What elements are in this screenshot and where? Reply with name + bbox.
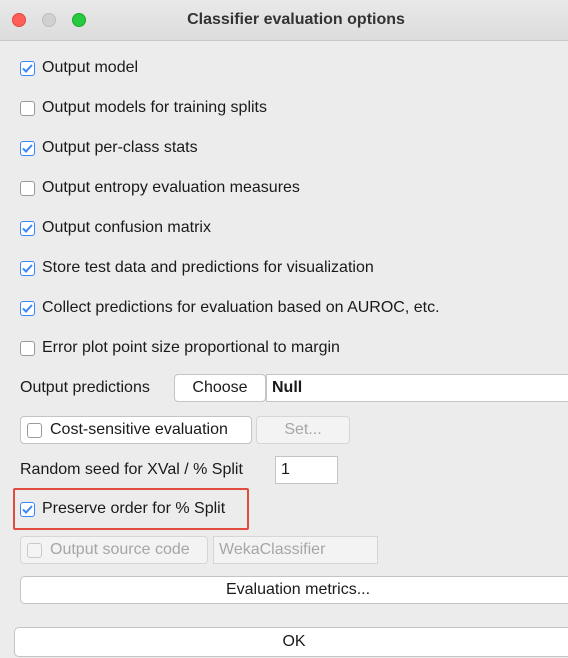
ok-button[interactable]: OK [14,627,568,657]
checkbox-label: Error plot point size proportional to ma… [42,339,340,356]
cost-sensitive-toggle[interactable]: Cost-sensitive evaluation [20,416,252,444]
source-class-field[interactable]: WekaClassifier [213,536,378,564]
checkbox-row-preserve-order[interactable]: Preserve order for % Split [20,498,225,520]
checkbox-label: Output model [42,59,139,76]
checkbox-icon[interactable] [20,140,35,156]
output-predictions-label: Output predictions [20,379,150,396]
checkbox-label: Output per-class stats [42,139,198,156]
checkbox-label: Output models for training splits [42,99,267,116]
output-source-toggle[interactable]: Output source code [20,536,208,564]
evaluation-metrics-button[interactable]: Evaluation metrics... [20,576,568,604]
title-bar: Classifier evaluation options [0,0,568,41]
checkbox-icon[interactable] [20,501,35,517]
checkbox-icon[interactable] [20,260,35,276]
checkbox-row-output-models-training-splits[interactable]: Output models for training splits [20,97,267,119]
choose-button[interactable]: Choose [174,374,266,402]
checkbox-row-confusion-matrix[interactable]: Output confusion matrix [20,217,211,239]
output-source-label: Output source code [50,541,190,558]
checkbox-icon[interactable] [20,300,35,316]
checkbox-label: Collect predictions for evaluation based… [42,299,440,316]
checkbox-icon[interactable] [27,542,42,558]
checkbox-icon[interactable] [20,340,35,356]
checkbox-icon[interactable] [20,100,35,116]
cost-sensitive-label: Cost-sensitive evaluation [50,421,228,438]
checkbox-label: Output entropy evaluation measures [42,179,300,196]
random-seed-input[interactable]: 1 [275,456,338,484]
window-title: Classifier evaluation options [187,11,405,28]
checkbox-row-per-class-stats[interactable]: Output per-class stats [20,137,198,159]
checkbox-icon[interactable] [20,60,35,76]
set-button[interactable]: Set... [256,416,350,444]
checkbox-row-collect-predictions[interactable]: Collect predictions for evaluation based… [20,297,440,319]
checkbox-row-error-plot-size[interactable]: Error plot point size proportional to ma… [20,337,340,359]
checkbox-icon[interactable] [27,422,42,438]
checkbox-icon[interactable] [20,180,35,196]
random-seed-label: Random seed for XVal / % Split [20,461,243,478]
checkbox-label: Output confusion matrix [42,219,211,236]
checkbox-row-output-model[interactable]: Output model [20,57,138,79]
checkbox-label: Store test data and predictions for visu… [42,259,374,276]
checkbox-row-entropy-measures[interactable]: Output entropy evaluation measures [20,177,300,199]
checkbox-icon[interactable] [20,220,35,236]
output-predictions-field[interactable]: Null [266,374,568,402]
checkbox-label: Preserve order for % Split [42,500,226,517]
checkbox-row-store-test-data[interactable]: Store test data and predictions for visu… [20,257,374,279]
